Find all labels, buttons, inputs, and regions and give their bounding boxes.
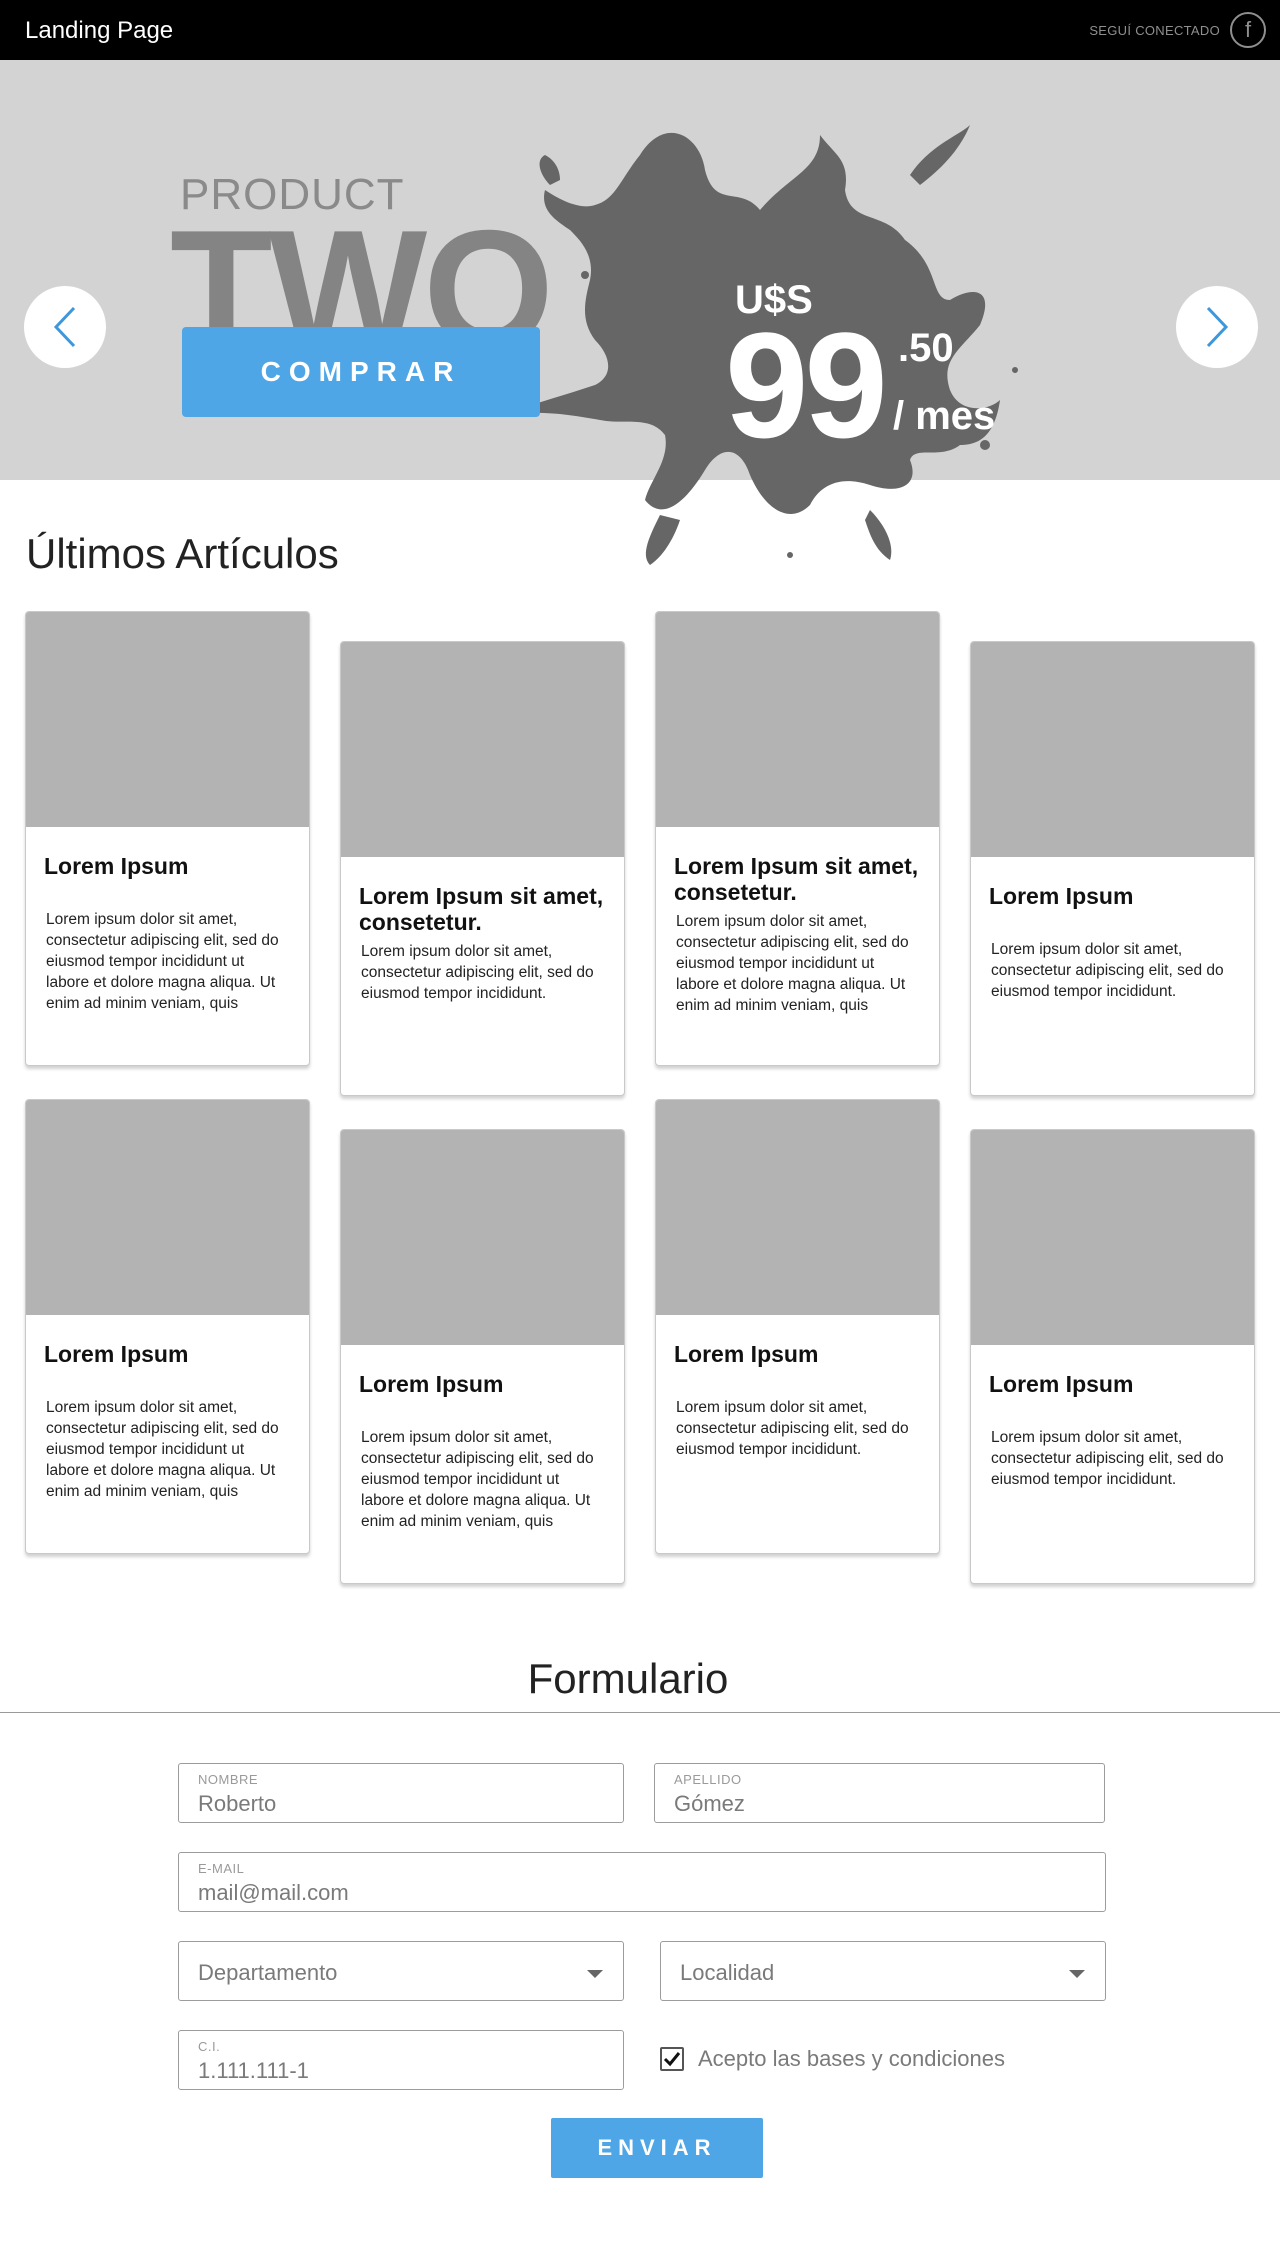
article-card[interactable]: Lorem Ipsum Lorem ipsum dolor sit amet, …: [25, 1099, 310, 1554]
price-decimal: .50: [898, 326, 954, 370]
chevron-right-icon: [1206, 306, 1229, 348]
article-card[interactable]: Lorem Ipsum sit amet, consetetur. Lorem …: [340, 641, 625, 1096]
article-card[interactable]: Lorem Ipsum Lorem ipsum dolor sit amet, …: [970, 1129, 1255, 1584]
article-thumbnail: [341, 1130, 624, 1345]
article-card[interactable]: Lorem Ipsum Lorem ipsum dolor sit amet, …: [340, 1129, 625, 1584]
form-title: Formulario: [527, 1655, 729, 1702]
social-label: SEGUÍ CONECTADO: [1089, 22, 1220, 38]
chevron-down-icon: [587, 1970, 603, 1978]
article-title: Lorem Ipsum: [674, 1341, 819, 1367]
article-thumbnail: [26, 1100, 309, 1315]
article-thumbnail: [656, 1100, 939, 1315]
article-excerpt: Lorem ipsum dolor sit amet, consectetur …: [361, 1429, 594, 1530]
price-period: / mes: [893, 394, 996, 438]
chevron-left-icon: [53, 306, 76, 348]
article-thumbnail: [341, 642, 624, 857]
apellido-label: APELLIDO: [674, 1772, 742, 1787]
carousel-next-button[interactable]: [1176, 286, 1258, 368]
article-title: Lorem Ipsum: [989, 1371, 1134, 1397]
hero-banner: PRODUCT TWO U$S 99 .50 / mes: [0, 60, 1280, 565]
article-excerpt: Lorem ipsum dolor sit amet, consectetur …: [46, 1399, 279, 1500]
ci-input[interactable]: [198, 2058, 554, 2084]
departamento-value: Departamento: [198, 1960, 338, 1985]
article-card[interactable]: Lorem Ipsum Lorem ipsum dolor sit amet, …: [655, 1099, 940, 1554]
apellido-field[interactable]: APELLIDO: [654, 1763, 1105, 1823]
article-title: Lorem Ipsum: [44, 853, 189, 879]
form-divider: [0, 1712, 1280, 1713]
carousel-prev-button[interactable]: [24, 286, 106, 368]
article-excerpt: Lorem ipsum dolor sit amet, consectetur …: [46, 911, 279, 1012]
localidad-value: Localidad: [680, 1960, 775, 1985]
nombre-label: NOMBRE: [198, 1772, 259, 1787]
article-title: Lorem Ipsum: [44, 1341, 189, 1367]
article-card[interactable]: Lorem Ipsum sit amet, consetetur. Lorem …: [655, 611, 940, 1066]
article-title: Lorem Ipsum sit amet, consetetur.: [359, 883, 604, 935]
article-thumbnail: [656, 612, 939, 827]
buy-button[interactable]: COMPRAR: [182, 327, 540, 417]
article-excerpt: Lorem ipsum dolor sit amet, consectetur …: [676, 913, 909, 1014]
article-thumbnail: [971, 1130, 1254, 1345]
article-excerpt: Lorem ipsum dolor sit amet, consectetur …: [991, 1429, 1224, 1488]
checkmark-icon: [663, 2052, 681, 2067]
ci-field[interactable]: C.I.: [178, 2030, 624, 2090]
nombre-field[interactable]: NOMBRE: [178, 1763, 624, 1823]
article-excerpt: Lorem ipsum dolor sit amet, consectetur …: [361, 943, 594, 1002]
article-title: Lorem Ipsum: [989, 883, 1134, 909]
social-links: SEGUÍ CONECTADO f: [1089, 12, 1266, 48]
email-input[interactable]: [198, 1880, 939, 1906]
terms-row: Acepto las bases y condiciones: [660, 2046, 1005, 2072]
apellido-input[interactable]: [674, 1791, 1034, 1817]
article-title: Lorem Ipsum sit amet, consetetur.: [674, 853, 919, 905]
article-thumbnail: [26, 612, 309, 827]
brand-title[interactable]: Landing Page: [25, 17, 173, 45]
terms-checkbox[interactable]: [660, 2047, 684, 2071]
article-title: Lorem Ipsum: [359, 1371, 504, 1397]
article-excerpt: Lorem ipsum dolor sit amet, consectetur …: [991, 941, 1224, 1000]
price-integer: 99: [725, 301, 888, 469]
email-field[interactable]: E-MAIL: [178, 1852, 1106, 1912]
articles-title: Últimos Artículos: [26, 530, 339, 577]
facebook-icon[interactable]: f: [1230, 12, 1266, 48]
nombre-input[interactable]: [198, 1791, 554, 1817]
article-card[interactable]: Lorem Ipsum Lorem ipsum dolor sit amet, …: [970, 641, 1255, 1096]
departamento-select[interactable]: Departamento: [178, 1941, 624, 2001]
email-label: E-MAIL: [198, 1861, 245, 1876]
ci-label: C.I.: [198, 2039, 221, 2054]
submit-button[interactable]: ENVIAR: [551, 2118, 763, 2178]
article-card[interactable]: Lorem Ipsum Lorem ipsum dolor sit amet, …: [25, 611, 310, 1066]
localidad-select[interactable]: Localidad: [660, 1941, 1106, 2001]
article-excerpt: Lorem ipsum dolor sit amet, consectetur …: [676, 1399, 909, 1458]
chevron-down-icon: [1069, 1970, 1085, 1978]
top-bar: Landing Page SEGUÍ CONECTADO f: [0, 0, 1280, 60]
article-thumbnail: [971, 642, 1254, 857]
terms-label[interactable]: Acepto las bases y condiciones: [698, 2046, 1005, 2072]
